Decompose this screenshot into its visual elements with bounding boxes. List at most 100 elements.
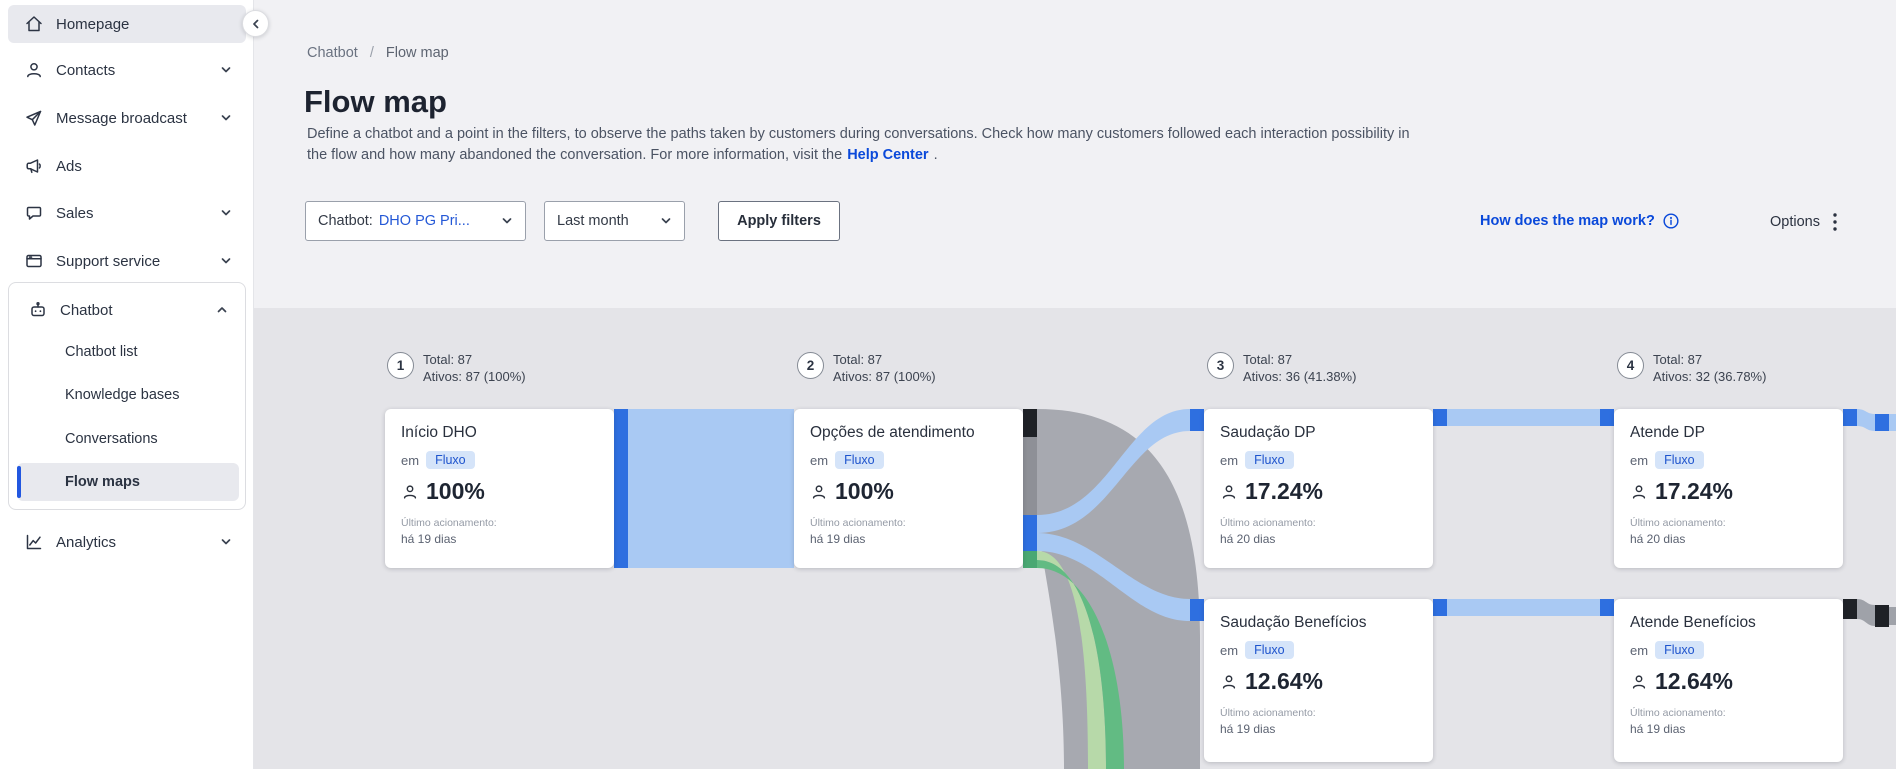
sidebar-item-label: Homepage [56,15,130,33]
last-trigger-value: há 20 dias [1220,532,1276,546]
person-icon [812,484,826,499]
chevron-left-icon [252,19,258,28]
column-number-badge: 2 [797,352,824,379]
chevron-down-icon [661,218,671,224]
column-actives: Ativos: 87 (100%) [423,369,526,384]
flow-map-canvas: 1 Total: 87 Ativos: 87 (100%) 2 Total: 8… [254,308,1896,769]
column-total: Total: 87 [423,352,473,367]
fluxo-badge: Fluxo [835,451,884,469]
chevron-down-icon [502,218,512,224]
last-trigger-label: Último acionamento: [1630,707,1726,719]
sidebar-item-message-broadcast[interactable]: Message broadcast [8,97,246,139]
breadcrumb-chatbot[interactable]: Chatbot [307,45,358,61]
flow-card-saudacao-beneficios[interactable]: Saudação Benefícios em Fluxo 12.64% Últim… [1204,599,1433,762]
chatbot-filter-value: DHO PG Pri... [378,213,470,229]
sidebar: Homepage Contacts Message broadcast Ads … [0,0,254,769]
sidebar-item-contacts[interactable]: Contacts [8,49,246,91]
page-title: Flow map [304,84,447,119]
person-icon [1632,484,1646,499]
app-root: Homepage Contacts Message broadcast Ads … [0,0,1896,769]
chevron-up-icon [217,307,227,313]
last-trigger-label: Último acionamento: [401,517,497,529]
sidebar-item-analytics[interactable]: Analytics [8,521,246,563]
flow-card-percent: 12.64% [1655,668,1734,694]
sidebar-item-label: Message broadcast [56,109,187,127]
help-center-link[interactable]: Help Center [847,147,928,163]
chevron-down-icon [221,115,231,121]
flow-card-inicio-dho[interactable]: Início DHO em Fluxo 100% Último acionamen… [385,409,614,568]
period-filter-dropdown[interactable]: Last month [544,201,685,241]
options-button[interactable]: Options [1770,212,1838,232]
apply-filters-button[interactable]: Apply filters [718,201,840,241]
sidebar-subitem-label: Conversations [65,431,158,447]
sidebar-subitem-label: Chatbot list [65,344,138,360]
sidebar-subitem-label: Knowledge bases [65,387,180,403]
map-help-label: How does the map work? [1480,213,1655,229]
last-trigger-label: Último acionamento: [1630,517,1726,529]
person-icon [1632,674,1646,689]
sidebar-item-sales[interactable]: Sales [8,192,246,234]
sidebar-item-label: Contacts [56,61,116,79]
em-label: em [1220,452,1239,468]
fluxo-badge: Fluxo [1245,451,1294,469]
flow-card-percent: 100% [426,478,485,504]
sidebar-item-label: Chatbot [60,301,113,319]
sidebar-item-chatbot[interactable]: Chatbot [12,289,242,331]
breadcrumb: Chatbot / Flow map [307,45,449,61]
sidebar-item-homepage[interactable]: Homepage [8,5,246,43]
options-label: Options [1770,214,1820,230]
sidebar-item-support-service[interactable]: Support service [8,240,246,282]
info-icon [1663,213,1679,229]
column-number-badge: 3 [1207,352,1234,379]
sidebar-item-conversations[interactable]: Conversations [17,420,239,458]
chevron-down-icon [221,210,231,216]
column-total: Total: 87 [833,352,883,367]
breadcrumb-current: Flow map [385,45,449,61]
fluxo-badge: Fluxo [426,451,475,469]
last-trigger-label: Último acionamento: [1220,707,1316,719]
period-filter-value: Last month [557,213,629,229]
person-icon [1222,674,1236,689]
send-icon [26,110,42,126]
flow-card-title: Opções de atendimento [810,424,975,441]
flow-card-percent: 12.64% [1245,668,1324,694]
sidebar-item-knowledge-bases[interactable]: Knowledge bases [17,376,239,414]
sidebar-item-chatbot-list[interactable]: Chatbot list [17,333,239,371]
sidebar-item-flow-maps[interactable]: Flow maps [17,463,239,501]
selected-indicator-bar [17,466,21,498]
sidebar-item-label: Support service [56,252,161,270]
last-trigger-value: há 19 dias [810,532,866,546]
flow-card-title: Atende DP [1630,424,1705,441]
flow-card-title: Saudação DP [1220,424,1316,441]
sidebar-item-label: Analytics [56,533,117,551]
sales-icon [26,206,42,220]
chevron-down-icon [221,539,231,545]
column-total: Total: 87 [1653,352,1703,367]
sidebar-item-ads[interactable]: Ads [8,145,246,187]
description-period: . [933,147,938,163]
column-actives: Ativos: 32 (36.78%) [1653,369,1767,384]
last-trigger-value: há 19 dias [1630,722,1686,736]
last-trigger-label: Último acionamento: [810,517,906,529]
sidebar-item-label: Sales [56,204,94,222]
chatbot-filter-label: Chatbot: [318,213,373,229]
flow-column-header-2: 2 Total: 87 Ativos: 87 (100%) [797,352,936,385]
flow-card-percent: 17.24% [1655,478,1734,504]
flow-column-header-1: 1 Total: 87 Ativos: 87 (100%) [387,352,526,385]
flow-card-opcoes-de-atendimento[interactable]: Opções de atendimento em Fluxo 100% Últim… [794,409,1023,568]
sidebar-collapse-button[interactable] [242,10,269,37]
flow-column-header-3: 3 Total: 87 Ativos: 36 (41.38%) [1207,352,1356,385]
last-trigger-value: há 19 dias [401,532,457,546]
sidebar-item-label: Ads [56,157,82,175]
sidebar-chatbot-group: Chatbot Chatbot list Knowledge bases Con… [8,282,246,510]
flow-card-atende-dp[interactable]: Atende DP em Fluxo 17.24% Último acioname… [1614,409,1843,568]
flow-column-header-4: 4 Total: 87 Ativos: 32 (36.78%) [1617,352,1766,385]
flow-card-atende-beneficios[interactable]: Atende Benefícios em Fluxo 12.64% Último … [1614,599,1843,762]
column-total: Total: 87 [1243,352,1293,367]
person-icon [403,484,417,499]
ads-icon [26,159,41,174]
column-actives: Ativos: 36 (41.38%) [1243,369,1357,384]
chatbot-filter-dropdown[interactable]: Chatbot: DHO PG Pri... [305,201,526,241]
map-help-link[interactable]: How does the map work? [1480,212,1680,230]
flow-card-saudacao-dp[interactable]: Saudação DP em Fluxo 17.24% Último aciona… [1204,409,1433,568]
